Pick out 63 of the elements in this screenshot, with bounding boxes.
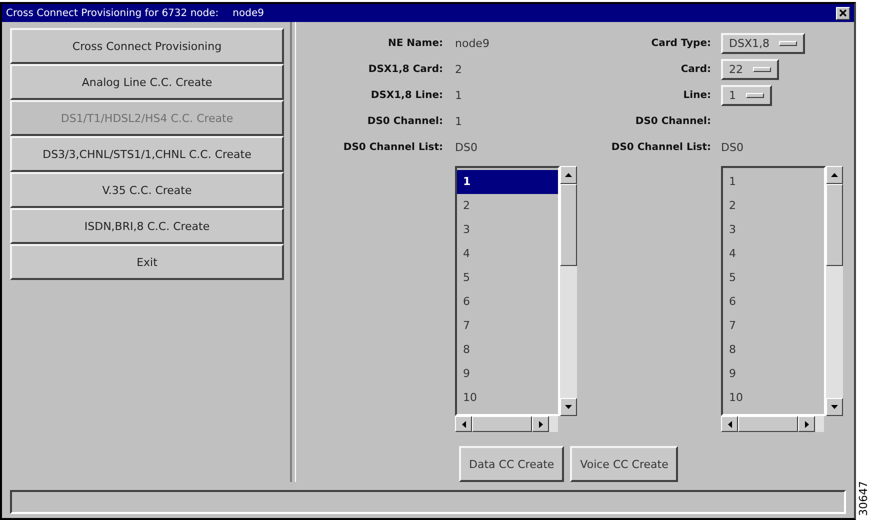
list-item[interactable]: 1 [723, 170, 824, 194]
nav-button[interactable]: DS3/3,CHNL/STS1/1,CHNL C.C. Create [10, 136, 284, 172]
list-item[interactable]: 6 [457, 290, 558, 314]
field-value: 1 [455, 114, 462, 128]
up-arrow-icon[interactable] [831, 173, 838, 177]
list-item[interactable]: 3 [723, 218, 824, 242]
nav-button[interactable]: Cross Connect Provisioning [10, 28, 284, 64]
list-item[interactable]: 2 [723, 194, 824, 218]
window-title: Cross Connect Provisioning for 6732 node: [6, 8, 219, 18]
vertical-scrollbar[interactable] [826, 166, 843, 416]
list-item[interactable]: 5 [457, 266, 558, 290]
list-item[interactable]: 10 [457, 386, 558, 410]
field-label: NE Name: [387, 38, 443, 48]
vertical-scrollbar[interactable] [560, 166, 577, 416]
horizontal-scrollbar[interactable] [721, 416, 824, 432]
field-label: DS0 Channel List: [342, 142, 443, 152]
field-label: DS0 Channel: [634, 116, 711, 126]
list-item[interactable]: 6 [723, 290, 824, 314]
list-item[interactable]: 7 [723, 314, 824, 338]
horizontal-scrollbar[interactable] [455, 416, 558, 432]
list-item[interactable]: 3 [457, 218, 558, 242]
option-menu[interactable]: 22 [721, 58, 779, 80]
nav-button[interactable]: Analog Line C.C. Create [10, 64, 284, 100]
close-icon[interactable] [836, 6, 850, 20]
option-menu[interactable]: DSX1,8 [721, 32, 806, 54]
up-arrow-icon[interactable] [565, 173, 572, 177]
right-arrow-icon[interactable] [804, 420, 808, 428]
field-label: DS0 Channel: [366, 116, 443, 126]
nav-button[interactable]: ISDN,BRI,8 C.C. Create [10, 208, 284, 244]
list-item[interactable]: 5 [723, 266, 824, 290]
down-arrow-icon[interactable] [831, 405, 838, 409]
list-item[interactable]: 8 [457, 338, 558, 362]
field-value: node9 [455, 36, 490, 50]
list-item[interactable]: 4 [723, 242, 824, 266]
field-label: DSX1,8 Line: [370, 90, 443, 100]
down-arrow-icon[interactable] [565, 405, 572, 409]
list-item[interactable]: 1 [457, 170, 558, 194]
field-label: Card Type: [650, 38, 711, 48]
right-arrow-icon[interactable] [538, 420, 542, 428]
list-item[interactable]: 10 [723, 386, 824, 410]
field-value: DS0 [455, 140, 478, 154]
list-item[interactable]: 2 [457, 194, 558, 218]
figure-number: 30647 [857, 481, 870, 516]
field-value: DS0 [721, 140, 744, 154]
action-button[interactable]: Voice CC Create [570, 446, 678, 482]
action-button[interactable]: Data CC Create [459, 446, 564, 482]
nav-button[interactable]: Exit [10, 244, 284, 280]
option-menu[interactable]: 1 [721, 84, 772, 106]
field-value: 1 [455, 88, 462, 102]
node-name: node9 [232, 8, 265, 18]
field-label: Card: [680, 64, 711, 74]
list-item[interactable]: 4 [457, 242, 558, 266]
nav-button[interactable]: V.35 C.C. Create [10, 172, 284, 208]
list-item[interactable]: 9 [457, 362, 558, 386]
list-item[interactable]: 7 [457, 314, 558, 338]
list-item[interactable]: 9 [723, 362, 824, 386]
field-label: DSX1,8 Card: [367, 64, 443, 74]
field-label: DS0 Channel List: [610, 142, 711, 152]
field-value: 2 [455, 62, 462, 76]
field-label: Line: [682, 90, 711, 100]
left-arrow-icon[interactable] [728, 420, 732, 428]
left-arrow-icon[interactable] [462, 420, 466, 428]
list-item[interactable]: 8 [723, 338, 824, 362]
